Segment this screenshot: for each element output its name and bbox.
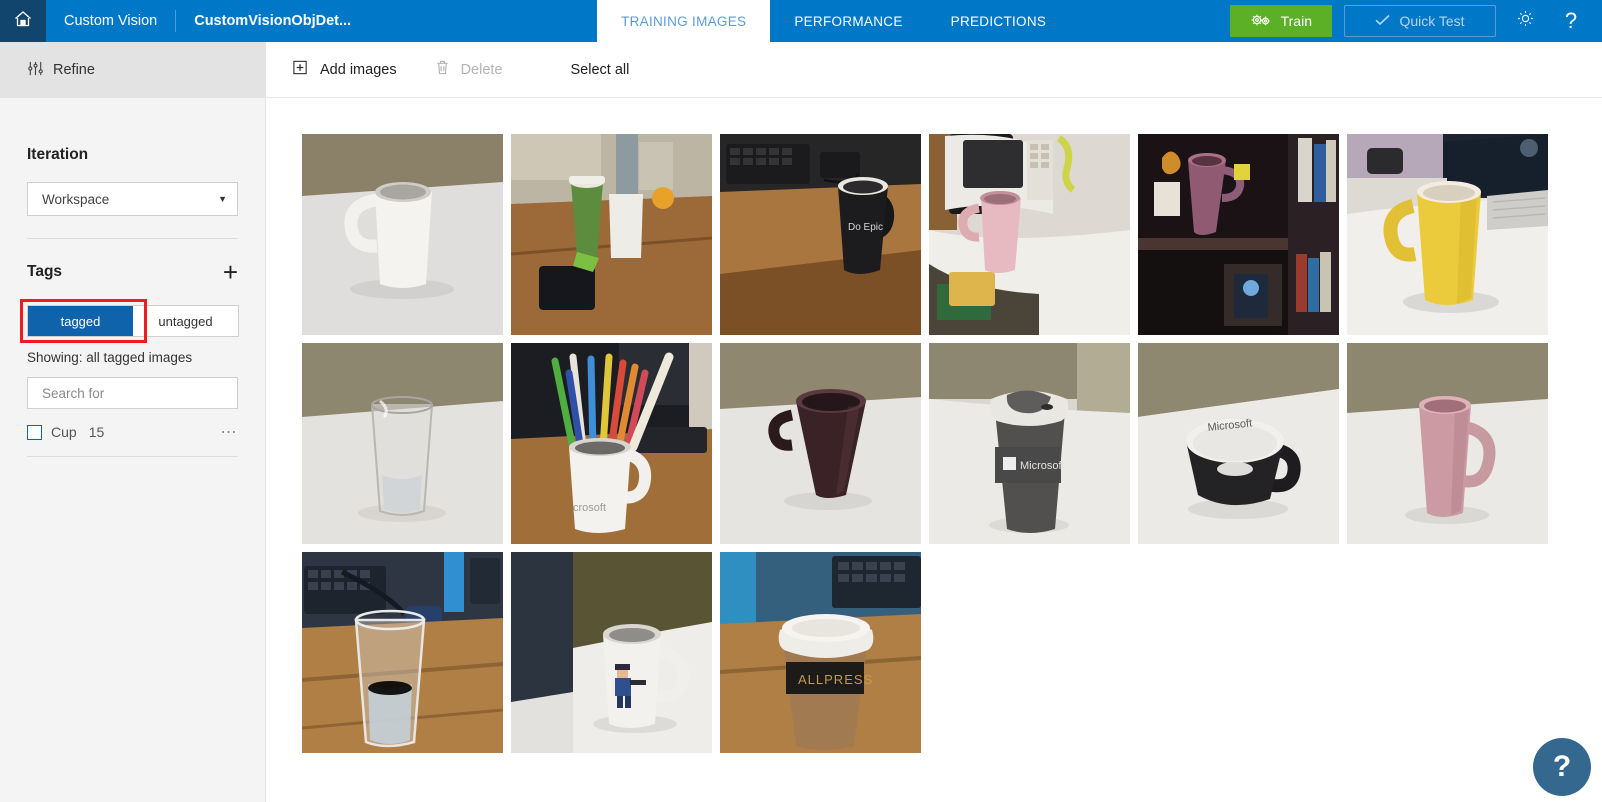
quick-test-button-label: Quick Test bbox=[1399, 13, 1465, 29]
project-name[interactable]: CustomVisionObjDet... bbox=[176, 0, 369, 42]
image-tile[interactable] bbox=[1138, 134, 1339, 335]
toggle-option-tagged-label: tagged bbox=[60, 313, 101, 329]
tag-checkbox[interactable] bbox=[27, 424, 42, 440]
add-image-icon bbox=[292, 59, 309, 80]
svg-text:Do Epic: Do Epic bbox=[848, 222, 883, 233]
help-fab-button[interactable]: ? bbox=[1533, 738, 1591, 796]
home-button[interactable] bbox=[0, 0, 46, 42]
image-tile[interactable] bbox=[302, 134, 503, 335]
train-button[interactable]: Train bbox=[1229, 5, 1332, 37]
sidebar: Refine Iteration Workspace ▼ Tags + tagg… bbox=[0, 42, 266, 802]
tab-predictions-label: PREDICTIONS bbox=[950, 13, 1047, 29]
image-tile[interactable]: Do Epic bbox=[720, 134, 921, 335]
image-tile[interactable]: Microsoft bbox=[1138, 343, 1339, 544]
tag-filter-toggle: tagged untagged bbox=[27, 305, 239, 337]
toggle-option-untagged-label: untagged bbox=[158, 313, 213, 329]
gear-icon bbox=[1516, 9, 1535, 33]
tab-training-images-label: TRAINING IMAGES bbox=[621, 13, 747, 29]
tags-title: Tags bbox=[27, 263, 63, 280]
help-button[interactable]: ? bbox=[1554, 4, 1588, 38]
tag-filter-toggle-wrapper: tagged untagged bbox=[20, 299, 239, 343]
image-tile[interactable] bbox=[1347, 134, 1548, 335]
header-tabs: TRAINING IMAGES PERFORMANCE PREDICTIONS bbox=[597, 0, 1070, 42]
toggle-option-tagged[interactable]: tagged bbox=[28, 306, 133, 336]
quick-test-button[interactable]: Quick Test bbox=[1344, 5, 1496, 37]
sidebar-body: Iteration Workspace ▼ Tags + tagged unta… bbox=[0, 146, 265, 457]
check-icon bbox=[1375, 13, 1390, 29]
image-tile[interactable] bbox=[720, 343, 921, 544]
image-tile[interactable] bbox=[511, 552, 712, 753]
image-tile[interactable] bbox=[511, 134, 712, 335]
trash-icon bbox=[435, 59, 450, 80]
delete-button: Delete bbox=[435, 59, 503, 80]
app-header: Custom Vision CustomVisionObjDet... TRAI… bbox=[0, 0, 1602, 42]
showing-label: Showing: all tagged images bbox=[27, 350, 193, 365]
svg-text:crosoft: crosoft bbox=[573, 502, 606, 514]
training-image-grid: Do Epic crosoft Microsoft Microsoft ALLP… bbox=[266, 98, 1602, 802]
image-tile[interactable]: ALLPRESS bbox=[720, 552, 921, 753]
brand-link[interactable]: Custom Vision bbox=[46, 0, 175, 42]
iteration-title: Iteration bbox=[27, 146, 89, 163]
iteration-select[interactable]: Workspace ▼ bbox=[27, 182, 238, 216]
settings-button[interactable] bbox=[1508, 4, 1542, 38]
image-toolbar: Add images Delete Select all bbox=[266, 42, 1602, 98]
search-input[interactable] bbox=[42, 385, 223, 401]
image-tile[interactable]: Microsoft bbox=[929, 343, 1130, 544]
sliders-icon bbox=[27, 60, 44, 81]
svg-text:Microsoft: Microsoft bbox=[1020, 460, 1065, 472]
tag-count: 15 bbox=[88, 424, 105, 440]
image-tile[interactable] bbox=[929, 134, 1130, 335]
add-images-label: Add images bbox=[320, 61, 397, 78]
image-tile[interactable] bbox=[302, 552, 503, 753]
train-button-label: Train bbox=[1280, 13, 1312, 29]
gears-icon bbox=[1250, 12, 1272, 31]
tab-predictions[interactable]: PREDICTIONS bbox=[927, 0, 1071, 42]
svg-text:ALLPRESS: ALLPRESS bbox=[798, 672, 873, 687]
select-all-button[interactable]: Select all bbox=[541, 62, 630, 78]
header-actions: Train Quick Test ? bbox=[1229, 0, 1602, 42]
ellipsis-icon[interactable]: ⋯ bbox=[221, 422, 239, 442]
home-icon bbox=[13, 9, 33, 34]
toggle-option-untagged[interactable]: untagged bbox=[133, 306, 238, 336]
help-icon: ? bbox=[1552, 750, 1572, 783]
add-tag-button[interactable]: + bbox=[223, 259, 238, 285]
tab-training-images[interactable]: TRAINING IMAGES bbox=[597, 0, 771, 42]
question-mark-icon: ? bbox=[1564, 8, 1578, 33]
refine-label: Refine bbox=[53, 62, 95, 78]
tag-name: Cup bbox=[51, 424, 77, 440]
brand-label: Custom Vision bbox=[64, 13, 158, 29]
refine-button[interactable]: Refine bbox=[0, 42, 265, 98]
tag-list-item-cup[interactable]: Cup 15 ⋯ bbox=[27, 415, 238, 449]
tab-performance-label: PERFORMANCE bbox=[794, 13, 903, 29]
chevron-down-icon: ▼ bbox=[218, 194, 227, 204]
image-tile[interactable]: crosoft bbox=[511, 343, 712, 544]
delete-label: Delete bbox=[460, 61, 503, 78]
add-images-button[interactable]: Add images bbox=[292, 59, 397, 80]
sidebar-divider bbox=[27, 238, 238, 239]
select-all-label: Select all bbox=[570, 61, 630, 78]
image-tile[interactable] bbox=[1347, 343, 1548, 544]
tag-search-box[interactable] bbox=[27, 377, 238, 409]
project-name-label: CustomVisionObjDet... bbox=[194, 13, 352, 29]
image-tile[interactable] bbox=[302, 343, 503, 544]
tab-performance[interactable]: PERFORMANCE bbox=[770, 0, 926, 42]
tags-header: Tags + bbox=[27, 259, 238, 285]
tag-list-divider bbox=[27, 456, 238, 457]
iteration-select-value: Workspace bbox=[42, 191, 110, 207]
